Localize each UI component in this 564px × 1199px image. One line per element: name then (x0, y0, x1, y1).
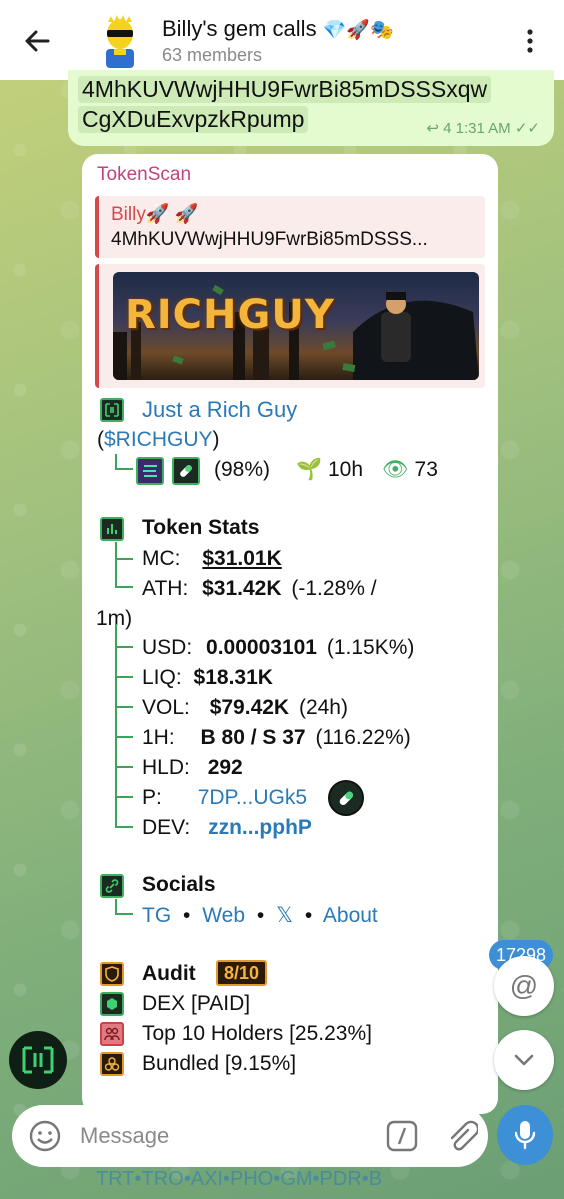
pill-icon[interactable] (172, 457, 200, 485)
social-tg-link[interactable]: TG (142, 904, 171, 927)
chat-header: Billy's gem calls 💎🚀🎭 63 members (0, 0, 564, 80)
more-menu-icon[interactable] (520, 26, 540, 56)
microphone-icon (514, 1121, 536, 1150)
reply-text: 4MhKUVWwjHHU9FwrBi85mDSSS... (111, 229, 428, 250)
tree-connector (115, 558, 133, 588)
contract-address-line: 4MhKUVWwjHHU9FwrBi85mDSSSxqw (78, 76, 492, 103)
holders-icon (100, 1022, 124, 1046)
section-title-socials: Socials (142, 873, 216, 896)
bot-commands-icon[interactable] (386, 1120, 418, 1152)
tree-connector (115, 899, 133, 915)
tree-connector (115, 708, 133, 738)
stat-holders: HLD: 292 (142, 756, 243, 779)
dex-paid-icon (100, 992, 124, 1016)
tree-connector (115, 648, 133, 678)
holder-percent: (98%) (214, 458, 271, 481)
tokenscan-logo-icon (22, 1046, 54, 1074)
group-avatar[interactable] (94, 14, 146, 70)
member-count: 63 members (162, 45, 263, 65)
double-check-icon: ✓✓ (514, 120, 540, 137)
bundle-icon (100, 1052, 124, 1076)
section-title-token-stats: Token Stats (142, 516, 260, 539)
link-preview[interactable]: RICHGUY (95, 264, 485, 388)
reply-arrow-icon: ↩ (426, 120, 439, 137)
social-web-link[interactable]: Web (202, 904, 245, 927)
social-x-link[interactable]: 𝕏 (276, 904, 293, 927)
stat-usd: USD: 0.00003101 (1.15K%) (142, 636, 415, 659)
voice-message-button[interactable] (497, 1105, 553, 1165)
pill-swap-icon[interactable] (328, 780, 364, 816)
sent-message-bubble[interactable]: 4MhKUVWwjHHU9FwrBi85mDSSSxqw CgXDuExvpzk… (68, 70, 554, 146)
audit-score-badge: 8/10 (216, 960, 268, 986)
scroll-down-button[interactable] (494, 1030, 554, 1090)
social-about-link[interactable]: About (323, 904, 378, 927)
back-arrow-icon[interactable] (22, 26, 52, 56)
mentions-button[interactable]: @ (494, 956, 554, 1016)
audit-dex: DEX [PAID] (142, 992, 251, 1015)
view-count: 👁 73 (382, 458, 438, 481)
emoji-icon[interactable] (28, 1119, 62, 1153)
message-composer: Message (12, 1105, 488, 1167)
dev-address-link[interactable]: zzn...pphP (208, 816, 312, 839)
tree-connector (115, 678, 133, 708)
banner-title: RICHGUY (125, 292, 335, 338)
tree-connector (115, 768, 133, 798)
tree-connector (115, 738, 133, 768)
next-message-preview: TRT•TRO•AXI•PHO•GM•PDR•B (96, 1168, 383, 1190)
eye-icon: 👁 (382, 458, 409, 481)
reply-author: Billy🚀 🚀 (111, 204, 199, 225)
stat-1h: 1H: B 80 / S 37 (116.22%) (142, 726, 411, 749)
reply-quote[interactable]: Billy🚀 🚀 4MhKUVWwjHHU9FwrBi85mDSSS... (95, 196, 485, 258)
stat-ath: ATH: $31.42K (-1.28% / (142, 577, 377, 600)
token-age: 🌱 10h (296, 458, 364, 481)
sprout-icon: 🌱 (296, 458, 323, 481)
bot-avatar[interactable] (9, 1031, 67, 1089)
social-links: TG • Web • 𝕏 • About (142, 904, 378, 927)
shield-icon (100, 962, 124, 986)
chat-title[interactable]: Billy's gem calls 💎🚀🎭 (162, 16, 394, 42)
stat-vol: VOL: $79.42K (24h) (142, 696, 348, 719)
pair-address-link[interactable]: 7DP...UGk5 (198, 786, 307, 809)
message-input[interactable]: Message (80, 1123, 169, 1149)
stat-pair: P: 7DP...UGk5 (142, 786, 308, 809)
tree-connector (115, 798, 133, 828)
tree-connector (115, 634, 133, 648)
tree-connector (115, 454, 133, 470)
section-title-audit: Audit (142, 962, 196, 985)
solana-icon[interactable] (136, 457, 164, 485)
bot-message-bubble[interactable]: TokenScan Billy🚀 🚀 4MhKUVWwjHHU9FwrBi85m… (82, 154, 498, 1114)
token-name-link[interactable]: Just a Rich Guy (142, 397, 297, 423)
stat-dev: DEV: zzn...pphP (142, 816, 312, 839)
at-sign-icon: @ (509, 970, 539, 1001)
sender-name[interactable]: TokenScan (97, 164, 191, 186)
token-ticker: ($RICHGUY) (97, 428, 220, 451)
stat-mc: MC: $31.01K (142, 547, 282, 570)
token-banner-image[interactable]: RICHGUY (113, 272, 479, 380)
token-scan-icon (100, 398, 124, 422)
attach-paperclip-icon[interactable] (444, 1118, 478, 1154)
stat-liq: LIQ: $18.31K (142, 666, 273, 689)
market-cap-value[interactable]: $31.01K (202, 547, 281, 570)
ticker-link[interactable]: $RICHGUY (104, 428, 213, 451)
contract-address-line: CgXDuExvpzkRpump (78, 106, 309, 133)
message-meta: ↩ 4 1:31 AM ✓✓ (426, 120, 540, 137)
chevron-down-icon (514, 1054, 534, 1066)
stats-icon (100, 517, 124, 541)
link-chain-icon (100, 874, 124, 898)
audit-bundled: Bundled [9.15%] (142, 1052, 297, 1075)
audit-top10: Top 10 Holders [25.23%] (142, 1022, 372, 1045)
